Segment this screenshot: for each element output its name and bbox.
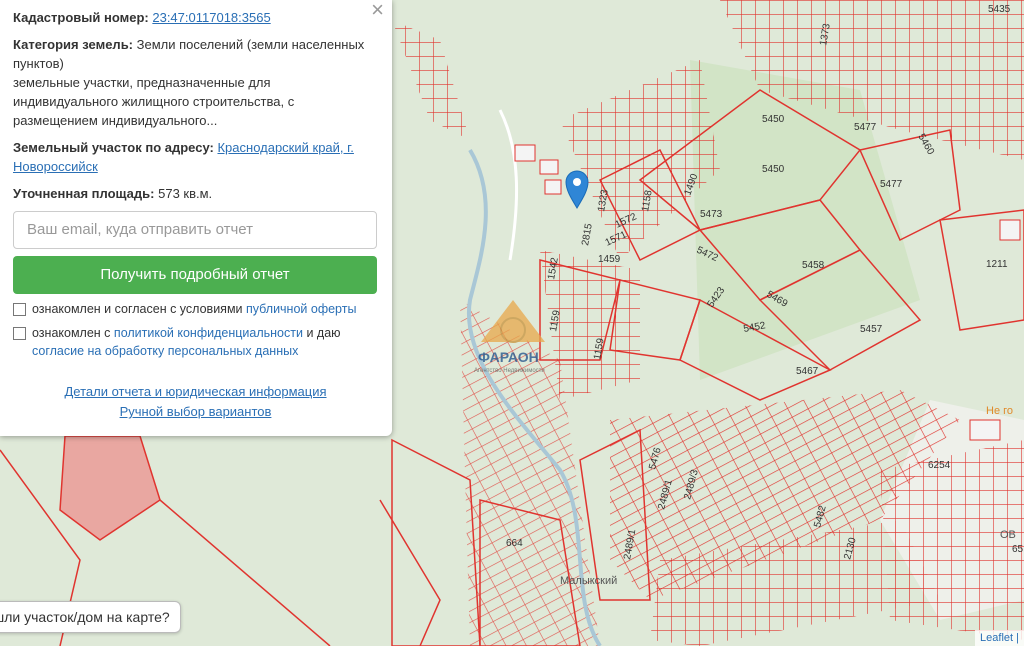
address-row: Земельный участок по адресу: Краснодарск… bbox=[13, 138, 378, 176]
close-icon[interactable]: × bbox=[371, 0, 384, 21]
parcel-label: 5477 bbox=[880, 179, 903, 190]
parcel-info-panel: × Кадастровый номер: 23:47:0117018:3565 … bbox=[0, 0, 392, 436]
attribution-separator: | bbox=[1016, 632, 1019, 644]
privacy-consent: ознакомлен с политикой конфиденциальност… bbox=[13, 324, 378, 360]
find-on-map-button[interactable]: шли участок/дом на карте? bbox=[0, 601, 181, 633]
parcel-label: 65 bbox=[1012, 544, 1024, 555]
watermark-subtitle: Агентство Недвижимости bbox=[474, 368, 545, 374]
get-report-button[interactable]: Получить подробный отчет bbox=[13, 256, 377, 294]
public-offer-link[interactable]: публичной оферты bbox=[246, 302, 356, 316]
report-details-link[interactable]: Детали отчета и юридическая информация bbox=[64, 382, 326, 402]
parcel-label: 664 bbox=[506, 538, 523, 549]
cadastral-label: Кадастровый номер: bbox=[13, 10, 149, 25]
place-label: Малыкский bbox=[560, 575, 617, 587]
address-label: Земельный участок по адресу: bbox=[13, 140, 214, 155]
parcel-label: 1459 bbox=[598, 254, 621, 265]
area-label: Уточненная площадь: bbox=[13, 186, 155, 201]
parcel-label: 5467 bbox=[796, 366, 819, 377]
parcel-label: 5435 bbox=[988, 4, 1011, 15]
map-attribution: Leaflet | bbox=[975, 630, 1024, 646]
panel-footer: Детали отчета и юридическая информация Р… bbox=[13, 382, 378, 422]
place-label: Не го bbox=[986, 405, 1013, 417]
cadastral-row: Кадастровый номер: 23:47:0117018:3565 bbox=[13, 8, 378, 27]
email-input[interactable]: Ваш email, куда отправить отчет bbox=[13, 211, 377, 249]
privacy-consent-mid: и даю bbox=[306, 326, 341, 340]
parcel-label: 5450 bbox=[762, 114, 785, 125]
offer-checkbox[interactable] bbox=[13, 303, 26, 316]
cadastral-number-link[interactable]: 23:47:0117018:3565 bbox=[152, 10, 270, 25]
offer-consent-text: ознакомлен и согласен с условиями bbox=[32, 302, 243, 316]
parcel-label: 5450 bbox=[762, 164, 785, 175]
manual-selection-link[interactable]: Ручной выбор вариантов bbox=[120, 402, 272, 422]
parcel-label: 5473 bbox=[700, 209, 723, 220]
parcel-label: 5457 bbox=[860, 324, 883, 335]
offer-consent: ознакомлен и согласен с условиями публич… bbox=[13, 300, 378, 318]
place-label: ОВ bbox=[1000, 529, 1016, 541]
leaflet-link[interactable]: Leaflet bbox=[980, 632, 1013, 644]
category-description: земельные участки, предназначенные для и… bbox=[13, 75, 295, 128]
watermark-brand: ФАРАОН bbox=[478, 349, 539, 365]
category-label: Категория земель: bbox=[13, 37, 134, 52]
privacy-policy-link[interactable]: политикой конфиденциальности bbox=[114, 326, 303, 340]
privacy-consent-text: ознакомлен с bbox=[32, 326, 111, 340]
data-processing-link[interactable]: согласие на обработку персональных данны… bbox=[32, 344, 298, 358]
parcel-label: 5477 bbox=[854, 122, 877, 133]
parcel-label: 6254 bbox=[928, 460, 951, 471]
category-row: Категория земель: Земли поселений (земли… bbox=[13, 35, 378, 130]
area-value: 573 кв.м. bbox=[158, 186, 213, 201]
privacy-checkbox[interactable] bbox=[13, 327, 26, 340]
parcel-label: 5458 bbox=[802, 260, 825, 271]
parcel-label: 1211 bbox=[986, 259, 1008, 270]
area-row: Уточненная площадь: 573 кв.м. bbox=[13, 184, 378, 203]
